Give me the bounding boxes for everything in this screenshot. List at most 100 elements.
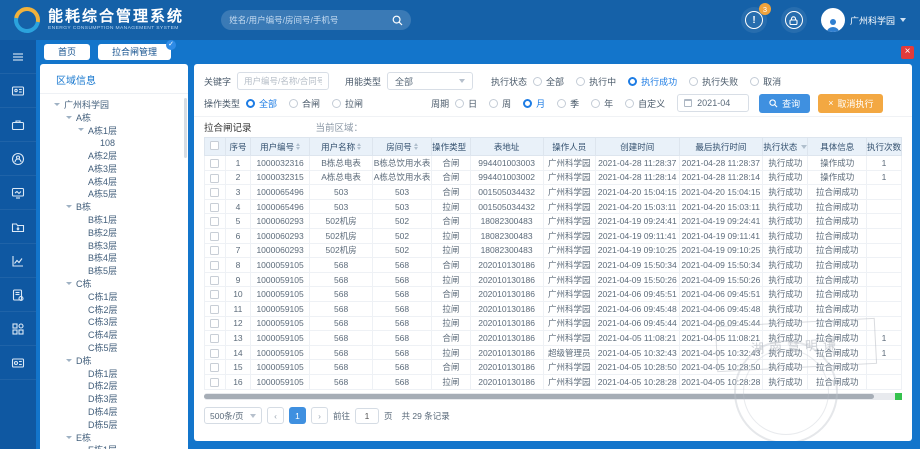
tree-caret-icon[interactable] [66, 282, 72, 285]
exec-status-radio[interactable]: 执行失败 [689, 75, 738, 88]
row-checkbox[interactable] [210, 217, 219, 226]
row-checkbox[interactable] [210, 349, 219, 358]
row-checkbox[interactable] [210, 276, 219, 285]
row-checkbox[interactable] [210, 319, 219, 328]
sort-icon[interactable] [357, 143, 361, 150]
op-type-radio[interactable]: 拉闸 [332, 97, 363, 110]
column-header[interactable]: 操作类型 [432, 138, 470, 156]
tree-item[interactable]: D栋 [40, 354, 188, 367]
monitor-icon[interactable] [0, 176, 36, 210]
tree-item[interactable]: B栋 [40, 200, 188, 213]
tree-item[interactable]: B栋1层 [40, 213, 188, 226]
tree-caret-icon[interactable] [54, 103, 60, 106]
user-card-icon[interactable] [0, 74, 36, 108]
period-radio[interactable]: 月 [523, 97, 545, 110]
column-header[interactable] [205, 138, 226, 156]
column-header[interactable]: 执行状态 [763, 138, 808, 156]
exec-status-radio[interactable]: 执行中 [576, 75, 616, 88]
line-chart-icon[interactable] [0, 244, 36, 278]
tree-item[interactable]: E栋 [40, 431, 188, 444]
row-checkbox[interactable] [210, 334, 219, 343]
folder-download-icon[interactable] [0, 210, 36, 244]
notification-button[interactable]: ! 3 [741, 7, 767, 33]
select-all-checkbox[interactable] [210, 141, 219, 150]
tree-item[interactable]: E栋1层 [40, 444, 188, 449]
global-search-input[interactable] [229, 15, 392, 25]
horizontal-scrollbar[interactable] [204, 393, 902, 400]
report-settings-icon[interactable] [0, 278, 36, 312]
tree-item[interactable]: D栋5层 [40, 418, 188, 431]
cancel-execution-button[interactable]: × 取消执行 [818, 94, 883, 113]
tree-item[interactable]: C栋2层 [40, 303, 188, 316]
tree-item[interactable]: A栋4层 [40, 175, 188, 188]
filter-icon[interactable] [801, 145, 807, 149]
row-checkbox[interactable] [210, 363, 219, 372]
energy-type-select[interactable]: 全部 [387, 72, 473, 90]
column-header[interactable]: 房间号 [372, 138, 431, 156]
row-checkbox[interactable] [210, 159, 219, 168]
exec-status-radio[interactable]: 取消 [750, 75, 781, 88]
row-checkbox[interactable] [210, 290, 219, 299]
column-header[interactable]: 用户名称 [310, 138, 373, 156]
tree-item[interactable]: C栋3层 [40, 316, 188, 329]
tab-home[interactable]: 首页 [44, 44, 90, 60]
tree-item[interactable]: B栋4层 [40, 252, 188, 265]
next-page-button[interactable]: › [311, 407, 328, 424]
op-type-radio[interactable]: 合闸 [289, 97, 320, 110]
tree-caret-icon[interactable] [66, 359, 72, 362]
meter-card-icon[interactable] [0, 346, 36, 380]
exec-status-radio[interactable]: 执行成功 [628, 75, 677, 88]
tree-caret-icon[interactable] [66, 205, 72, 208]
search-icon[interactable] [392, 15, 403, 26]
row-checkbox[interactable] [210, 378, 219, 387]
tree-item[interactable]: A栋2层 [40, 149, 188, 162]
tree-item[interactable]: D栋4层 [40, 405, 188, 418]
month-picker[interactable]: 2021-04 [677, 94, 749, 112]
tree-item[interactable]: C栋4层 [40, 328, 188, 341]
row-checkbox[interactable] [210, 261, 219, 270]
search-button[interactable]: 查询 [759, 94, 810, 113]
close-all-tabs-button[interactable]: × [901, 46, 914, 59]
tab-breaker-management[interactable]: 拉合闸管理 ✓ [98, 44, 171, 60]
period-radio[interactable]: 周 [489, 97, 511, 110]
toolbox-icon[interactable] [0, 108, 36, 142]
op-type-radio[interactable]: 全部 [246, 97, 277, 110]
row-checkbox[interactable] [210, 188, 219, 197]
tree-item[interactable]: A栋1层 [40, 124, 188, 137]
tree-item[interactable]: 广州科学园 [40, 98, 188, 111]
prev-page-button[interactable]: ‹ [267, 407, 284, 424]
tree-item[interactable]: D栋2层 [40, 380, 188, 393]
tree-item[interactable]: A栋 [40, 111, 188, 124]
menu-icon[interactable] [0, 40, 36, 74]
keyword-input[interactable] [237, 72, 329, 90]
lock-button[interactable] [781, 7, 807, 33]
exec-status-radio[interactable]: 全部 [533, 75, 564, 88]
tree-item[interactable]: C栋1层 [40, 290, 188, 303]
current-page-button[interactable]: 1 [289, 407, 306, 424]
period-radio[interactable]: 自定义 [625, 97, 665, 110]
tree-item[interactable]: 108 [40, 136, 188, 149]
page-size-select[interactable]: 500条/页 [204, 407, 262, 424]
row-checkbox[interactable] [210, 203, 219, 212]
sort-icon[interactable] [414, 143, 418, 150]
period-radio[interactable]: 季 [557, 97, 579, 110]
tree-item[interactable]: A栋5层 [40, 188, 188, 201]
tree-caret-icon[interactable] [78, 128, 84, 131]
tree-item[interactable]: A栋3层 [40, 162, 188, 175]
tree-caret-icon[interactable] [66, 436, 72, 439]
row-checkbox[interactable] [210, 305, 219, 314]
tree-item[interactable]: B栋3层 [40, 239, 188, 252]
row-checkbox[interactable] [210, 232, 219, 241]
user-menu[interactable]: 广州科学园 [821, 8, 906, 32]
tree-item[interactable]: B栋5层 [40, 264, 188, 277]
period-radio[interactable]: 年 [591, 97, 613, 110]
tree-item[interactable]: C栋 [40, 277, 188, 290]
period-radio[interactable]: 日 [455, 97, 477, 110]
tree-item[interactable]: D栋1层 [40, 367, 188, 380]
row-checkbox[interactable] [210, 174, 219, 183]
row-checkbox[interactable] [210, 246, 219, 255]
scrollbar-thumb[interactable] [204, 394, 874, 399]
tree-item[interactable]: B栋2层 [40, 226, 188, 239]
sidebar-scrollbar[interactable] [184, 98, 187, 158]
goto-page-input[interactable] [355, 408, 379, 424]
